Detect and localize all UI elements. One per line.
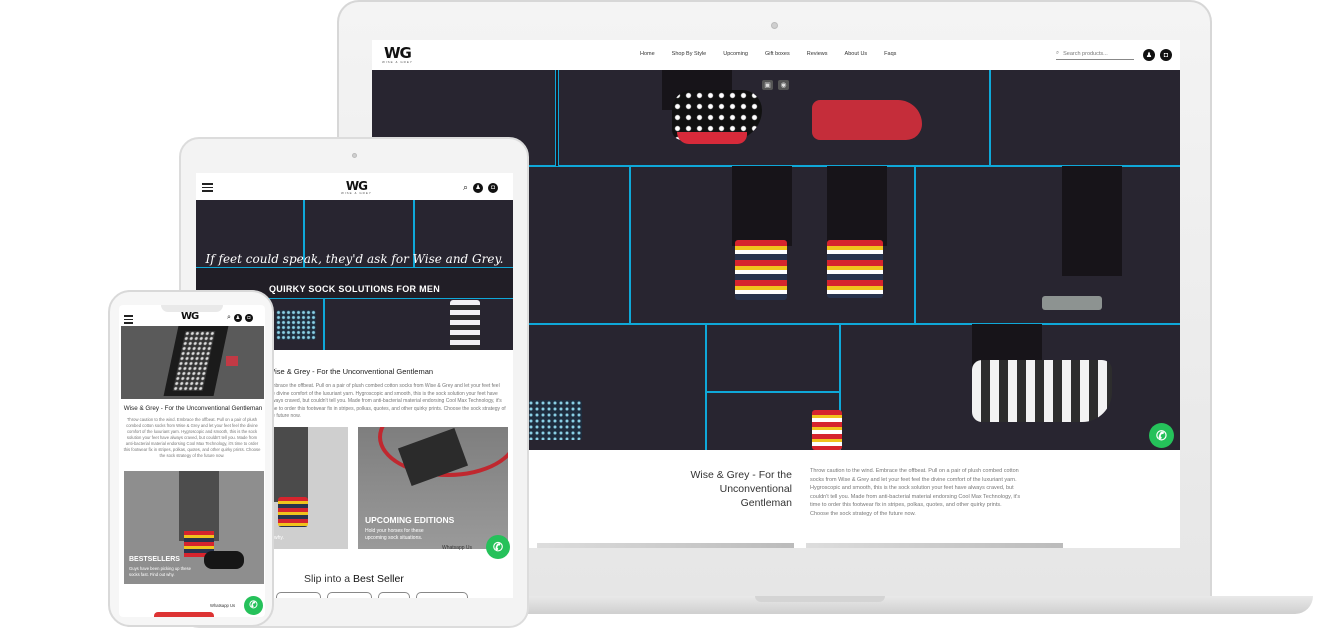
tablet-intro-body: Embrace the offbeat. Pull on a pair of p… [268,383,506,420]
whatsapp-icon[interactable]: ✆ [1149,423,1174,448]
card-leg [268,427,308,502]
laptop-header: WG WISE & GREY Home Shop By Style Upcomi… [372,40,1180,70]
search-icon[interactable]: ⌕ [227,314,231,322]
patterned-sock [276,310,316,340]
bestsellers-heading: BESTSELLERS [129,556,180,563]
upcoming-editions-body: Hold your horses for these upcoming sock… [365,528,424,541]
hero-leg [827,166,887,246]
hero-panel [324,298,513,350]
phone-header: WG ⌕ ♟ ◘ [119,309,265,326]
laptop-card-preview [537,543,794,548]
phone-footer-preview [154,612,214,617]
striped-sock [827,240,883,298]
logo-tagline: WISE & GREY [382,60,413,64]
striped-sock [812,410,842,450]
hero-panel [706,324,840,392]
laptop-logo[interactable]: WG WISE & GREY [382,46,413,64]
search-input[interactable]: ⌕ Search products... [1056,50,1134,60]
bw-striped-sock [450,300,480,350]
grey-sock [1042,296,1102,310]
tablet-card-bestsellers[interactable]: why. [268,427,348,549]
logo-text: WG [383,44,412,62]
phone-intro-body: Throw caution to the wind. Embrace the o… [123,417,261,458]
tablet-intro-heading: Wise & Grey - For the Unconventional Gen… [268,367,434,376]
phone-logo[interactable]: WG [181,311,199,322]
phone-header-icons: ⌕ ♟ ◘ [227,314,253,322]
logo-text: WG [181,311,199,322]
cart-icon[interactable]: ◘ [244,314,253,322]
best-seller-prefix: Slip into a [304,573,351,585]
card-text-fragment: why. [274,535,284,541]
menu-item-home[interactable]: Home [640,51,655,57]
hero-leg [732,166,792,246]
bestsellers-body: Guys have been picking up these socks fa… [129,566,191,577]
menu-item-faqs[interactable]: Faqs [884,51,896,57]
filter-pill[interactable] [416,592,468,598]
laptop-camera [771,22,778,29]
red-shoe [812,100,922,140]
search-icon[interactable]: ⌕ [463,182,468,193]
user-icon[interactable]: ♟ [1143,49,1155,61]
tablet-camera [352,153,357,158]
menu-item-upcoming[interactable]: Upcoming [723,51,748,57]
menu-item-gift-boxes[interactable]: Gift boxes [765,51,790,57]
sneaker [204,551,244,569]
picture-in-picture-icon[interactable]: ▣ [762,80,773,90]
menu-item-reviews[interactable]: Reviews [807,51,828,57]
phone-hero-image [121,326,264,399]
whatsapp-label: Whatsapp Us [442,545,473,551]
polka-sock-heel [677,132,747,144]
patterned-sock [522,400,582,440]
whatsapp-icon[interactable]: ✆ [244,596,263,615]
phone-intro-heading: Wise & Grey - For the Unconventional Gen… [123,405,263,412]
video-controls: ▣ ◉ [762,80,789,90]
bw-striped-sock [972,360,1112,422]
tablet-card-upcoming[interactable]: UPCOMING EDITIONS Hold your horses for t… [358,427,508,549]
hero-panel [990,70,1180,166]
cart-icon[interactable]: ◘ [488,182,499,193]
tablet-header: WG WISE & GREY ⌕ ♟ ◘ [196,173,513,200]
hamburger-menu-icon[interactable] [124,315,133,324]
hero-leg [1062,166,1122,276]
laptop-card-preview [806,543,1063,548]
record-icon[interactable]: ◉ [778,80,789,90]
phone-screen: WG ⌕ ♟ ◘ Wise & Grey - For the Unconvent… [119,305,265,617]
hamburger-menu-icon[interactable] [202,183,213,192]
laptop-main-menu: Home Shop By Style Upcoming Gift boxes R… [640,51,896,57]
striped-sock [735,240,787,300]
search-placeholder: Search products... [1063,50,1108,57]
user-icon[interactable]: ♟ [233,314,242,322]
best-seller-filter-pills [276,592,468,598]
filter-pill[interactable] [327,592,372,598]
logo-tagline: WISE & GREY [341,191,372,195]
tablet-header-icons: ⌕ ♟ ◘ [463,182,499,193]
tablet-logo[interactable]: WG WISE & GREY [341,180,372,195]
laptop-intro-body: Throw caution to the wind. Embrace the o… [810,468,1021,517]
filter-pill[interactable] [378,592,410,598]
laptop-notch [755,596,885,602]
gift-ribbon [226,356,238,366]
best-seller-bold: Best Seller [353,573,404,585]
user-icon[interactable]: ♟ [473,182,484,193]
device-mockup-showcase: WG WISE & GREY Home Shop By Style Upcomi… [0,0,1330,639]
laptop-intro-heading: Wise & Grey - For the Unconventional Gen… [690,469,792,509]
cart-icon[interactable]: ◘ [1160,49,1172,61]
filter-pill[interactable] [276,592,321,598]
striped-sock [278,497,308,527]
phone-frame: WG ⌕ ♟ ◘ Wise & Grey - For the Unconvent… [108,290,274,627]
search-icon[interactable]: ⌕ [1056,50,1059,57]
menu-item-about-us[interactable]: About Us [845,51,868,57]
whatsapp-label: Whatsapp Us [210,603,236,608]
whatsapp-icon[interactable]: ✆ [486,535,510,559]
upcoming-editions-heading: UPCOMING EDITIONS [365,515,455,525]
phone-card-bestsellers[interactable]: BESTSELLERS Guys have been picking up th… [124,471,264,584]
hero-tagline: If feet could speak, they'd ask for Wise… [205,252,504,266]
best-seller-heading: Slip into a Best Seller [304,573,404,585]
menu-item-shop-by-style[interactable]: Shop By Style [672,51,707,57]
